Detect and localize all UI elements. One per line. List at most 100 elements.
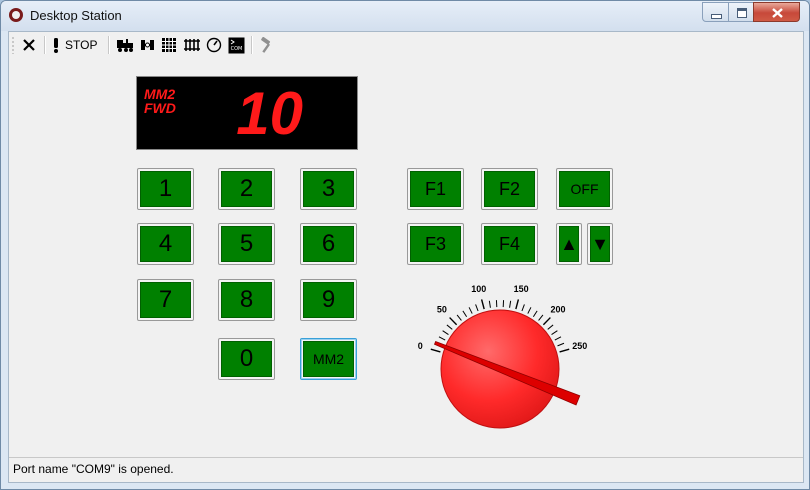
keypad-label: 1 [140,171,191,207]
off-button[interactable]: OFF [556,168,613,210]
function-f3-button[interactable]: F3 [407,223,464,265]
locomotive-button[interactable] [116,34,134,56]
keypad-4-button[interactable]: 4 [137,223,194,265]
x-icon [23,39,35,51]
dial-tick [488,300,491,308]
keypad-1-button[interactable]: 1 [137,168,194,210]
dial-tick [557,342,565,347]
dial-tick [542,317,551,326]
keypad-2-button[interactable]: 2 [218,168,275,210]
main-window: Desktop Station STOP COM MM2 FWD 10 1 2 … [0,0,810,490]
dial-label-0: 0 [418,341,423,351]
settings-button[interactable] [258,34,274,56]
function-label: F3 [410,226,461,262]
dial-tick [538,314,544,321]
keypad-label: 0 [221,341,272,377]
dial-tick [521,304,525,312]
close-icon [772,8,783,18]
toolbar-grip[interactable] [12,36,14,54]
speed-value: 10 [236,80,303,147]
locomotive-icon [117,39,133,52]
off-label: OFF [559,171,610,207]
toolbar-separator [44,36,46,54]
exit-button[interactable] [21,34,37,56]
dial-tick [442,330,449,335]
status-bar: Port name "COM9" is opened. [9,457,803,482]
keypad-label: 7 [140,282,191,318]
keypad-6-button[interactable]: 6 [300,223,357,265]
title-bar[interactable]: Desktop Station [1,1,809,31]
dial-label-150: 150 [514,284,529,294]
console-button[interactable]: COM [228,34,245,56]
dial-tick [462,310,468,318]
minimize-button[interactable] [702,2,729,22]
dial-tick [475,304,479,312]
dial-tick [527,307,532,314]
layout-grid-button[interactable] [161,34,177,56]
dial-tick [468,307,473,314]
protocol-label: MM2 [303,341,354,377]
speed-display: MM2 FWD 10 [136,76,358,150]
dial-tick [438,336,446,341]
turnout-button[interactable] [139,34,157,56]
exclamation-icon [54,38,58,53]
track-button[interactable] [183,34,201,56]
dial-tick [559,348,570,353]
stop-button[interactable]: STOP [51,34,97,56]
keypad-5-button[interactable]: 5 [218,223,275,265]
function-f2-button[interactable]: F2 [481,168,538,210]
dial-label-50: 50 [437,305,447,315]
dial-tick [430,348,441,353]
dial-tick [554,336,562,341]
gauge-icon [206,37,222,53]
toolbar-separator [251,36,253,54]
dial-tick [515,299,520,310]
speedometer-button[interactable] [206,34,222,56]
app-icon [9,8,23,22]
window-title: Desktop Station [30,8,122,23]
dial-label-250: 250 [572,341,587,351]
maximize-button[interactable] [728,2,754,22]
keypad-3-button[interactable]: 3 [300,168,357,210]
toolbar: STOP COM [9,32,803,58]
grid-icon [162,38,176,52]
stop-label: STOP [65,38,98,52]
keypad-0-button[interactable]: 0 [218,338,275,380]
status-message: Port name "COM9" is opened. [13,462,174,476]
svg-text:COM: COM [231,46,243,52]
keypad-label: 6 [303,226,354,262]
speed-dial[interactable]: 0 50 100 150 200 250 [404,278,604,478]
track-icon [184,39,200,51]
dial-tick [532,310,538,318]
function-label: F2 [484,171,535,207]
keypad-7-button[interactable]: 7 [137,279,194,321]
function-f1-button[interactable]: F1 [407,168,464,210]
keypad-label: 3 [303,171,354,207]
dial-tick [449,317,458,326]
keypad-label: 9 [303,282,354,318]
turnout-icon [141,40,154,50]
dial-tick [446,324,453,330]
direction-forward-button[interactable]: ▲ [556,223,582,265]
dial-label-200: 200 [551,305,566,315]
keypad-label: 2 [221,171,272,207]
direction-reverse-button[interactable]: ▼ [587,223,613,265]
function-label: F1 [410,171,461,207]
arrow-up-icon: ▲ [559,226,579,262]
keypad-label: 4 [140,226,191,262]
keypad-label: 5 [221,226,272,262]
function-f4-button[interactable]: F4 [481,223,538,265]
dial-tick [509,300,512,308]
keypad-8-button[interactable]: 8 [218,279,275,321]
close-button[interactable] [753,2,800,22]
dial-tick [547,324,554,330]
console-icon: COM [228,37,245,53]
dial-label-100: 100 [471,284,486,294]
keypad-label: 8 [221,282,272,318]
dial-tick [480,299,485,310]
client-area: STOP COM MM2 FWD 10 1 2 3 4 5 6 7 8 9 0 … [8,31,804,483]
dial-tick [456,314,462,321]
protocol-mm2-button[interactable]: MM2 [300,338,357,380]
toolbar-separator [108,36,110,54]
keypad-9-button[interactable]: 9 [300,279,357,321]
